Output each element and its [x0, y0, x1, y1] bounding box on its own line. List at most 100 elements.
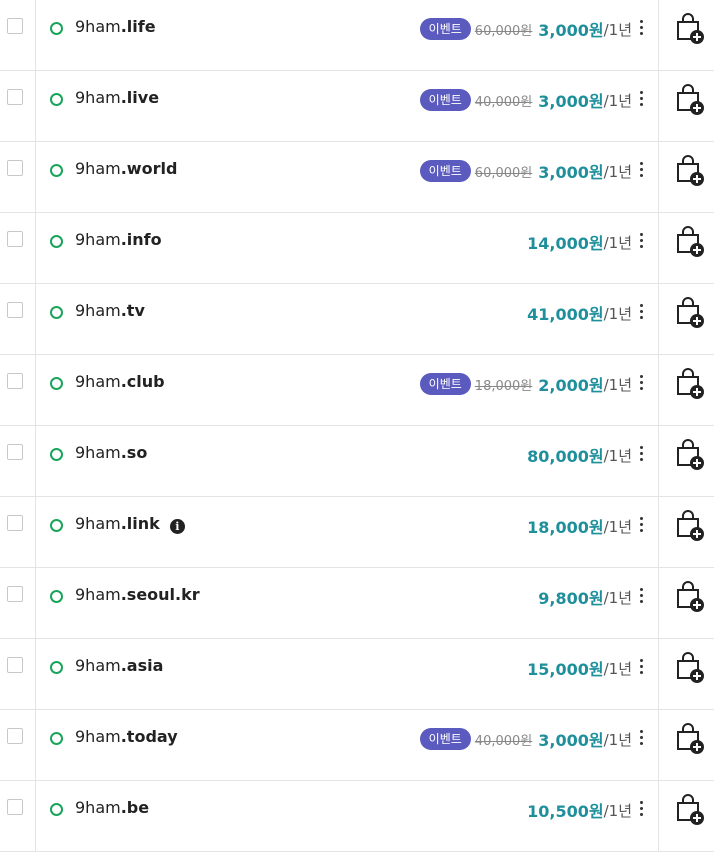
domain-base: 9ham: [75, 230, 121, 249]
domain-base: 9ham: [75, 88, 121, 107]
cart-add-icon[interactable]: [673, 367, 707, 401]
price-area: 9,800원 /1년: [538, 584, 632, 610]
divider: [35, 426, 36, 496]
price-period: /1년: [603, 801, 632, 820]
select-checkbox[interactable]: [7, 160, 23, 176]
more-vertical-icon[interactable]: [640, 588, 644, 604]
more-vertical-icon[interactable]: [640, 730, 644, 746]
divider: [35, 0, 36, 70]
cart-add-icon[interactable]: [673, 154, 707, 188]
cart-add-icon[interactable]: [673, 509, 707, 543]
domain-tld: .info: [120, 230, 162, 249]
domain-name[interactable]: 9ham.asia: [75, 656, 163, 675]
domain-tld: .world: [120, 159, 178, 178]
domain-name[interactable]: 9ham.life: [75, 17, 156, 36]
domain-name[interactable]: 9ham.world: [75, 159, 177, 178]
divider: [658, 71, 659, 141]
domain-name[interactable]: 9ham.link: [75, 514, 160, 533]
domain-name[interactable]: 9ham.tv: [75, 301, 145, 320]
cart-add-icon[interactable]: [673, 296, 707, 330]
more-vertical-icon[interactable]: [640, 91, 644, 107]
domain-row: 9ham.info 14,000원 /1년: [0, 213, 714, 284]
divider: [658, 213, 659, 283]
cart-add-icon[interactable]: [673, 722, 707, 756]
cart-add-icon[interactable]: [673, 83, 707, 117]
domain-tld: .life: [120, 17, 156, 36]
divider: [658, 0, 659, 70]
divider: [658, 142, 659, 212]
cart-add-icon[interactable]: [673, 12, 707, 46]
available-status-icon: [50, 22, 63, 35]
cart-add-icon[interactable]: [673, 580, 707, 614]
info-icon[interactable]: i: [169, 519, 185, 534]
select-checkbox[interactable]: [7, 799, 23, 815]
domain-row: 9ham.be 10,500원 /1년: [0, 781, 714, 852]
domain-name[interactable]: 9ham.seoul.kr: [75, 585, 200, 604]
domain-name[interactable]: 9ham.live: [75, 88, 159, 107]
select-checkbox[interactable]: [7, 444, 23, 460]
domain-base: 9ham: [75, 585, 121, 604]
domain-tld: .be: [120, 798, 150, 817]
domain-row: 9ham.life 이벤트 60,000원 3,000원 /1년: [0, 0, 714, 71]
domain-row: 9ham.club 이벤트 18,000원 2,000원 /1년: [0, 355, 714, 426]
domain-name[interactable]: 9ham.so: [75, 443, 147, 462]
available-status-icon: [50, 519, 63, 532]
domain-base: 9ham: [75, 301, 121, 320]
more-vertical-icon[interactable]: [640, 304, 644, 320]
more-vertical-icon[interactable]: [640, 659, 644, 675]
divider: [658, 568, 659, 638]
divider: [35, 710, 36, 780]
divider: [658, 426, 659, 496]
more-vertical-icon[interactable]: [640, 162, 644, 178]
select-checkbox[interactable]: [7, 18, 23, 34]
price-period: /1년: [603, 375, 632, 394]
select-checkbox[interactable]: [7, 728, 23, 744]
cart-add-icon[interactable]: [673, 225, 707, 259]
price-area: 14,000원 /1년: [527, 229, 632, 255]
select-checkbox[interactable]: [7, 231, 23, 247]
domain-name[interactable]: 9ham.today: [75, 727, 178, 746]
divider: [35, 781, 36, 851]
domain-name[interactable]: 9ham.be: [75, 798, 149, 817]
price-period: /1년: [603, 304, 632, 323]
more-vertical-icon[interactable]: [640, 517, 644, 533]
select-checkbox[interactable]: [7, 515, 23, 531]
price: 3,000원: [538, 92, 604, 111]
select-checkbox[interactable]: [7, 373, 23, 389]
domain-row: 9ham.live 이벤트 40,000원 3,000원 /1년: [0, 71, 714, 142]
domain-base: 9ham: [75, 159, 121, 178]
divider: [658, 710, 659, 780]
more-vertical-icon[interactable]: [640, 375, 644, 391]
available-status-icon: [50, 93, 63, 106]
price-period: /1년: [603, 91, 632, 110]
price-area: 이벤트 40,000원 3,000원 /1년: [419, 87, 632, 113]
select-checkbox[interactable]: [7, 586, 23, 602]
price-period: /1년: [603, 517, 632, 536]
cart-add-icon[interactable]: [673, 793, 707, 827]
cart-add-icon[interactable]: [673, 651, 707, 685]
price: 14,000원: [527, 234, 604, 253]
more-vertical-icon[interactable]: [640, 20, 644, 36]
domain-tld: .club: [120, 372, 165, 391]
more-vertical-icon[interactable]: [640, 446, 644, 462]
cart-add-icon[interactable]: [673, 438, 707, 472]
select-checkbox[interactable]: [7, 302, 23, 318]
domain-tld: .so: [120, 443, 148, 462]
more-vertical-icon[interactable]: [640, 233, 644, 249]
domain-tld: .asia: [120, 656, 164, 675]
domain-tld: .seoul.kr: [120, 585, 200, 604]
domain-name[interactable]: 9ham.info: [75, 230, 162, 249]
domain-row: 9ham.asia 15,000원 /1년: [0, 639, 714, 710]
select-checkbox[interactable]: [7, 657, 23, 673]
more-vertical-icon[interactable]: [640, 801, 644, 817]
price-period: /1년: [603, 730, 632, 749]
event-badge: 이벤트: [419, 160, 471, 182]
domain-name[interactable]: 9ham.club: [75, 372, 165, 391]
price-period: /1년: [603, 446, 632, 465]
price: 2,000원: [538, 376, 604, 395]
domain-tld: .link: [120, 514, 160, 533]
available-status-icon: [50, 377, 63, 390]
select-checkbox[interactable]: [7, 89, 23, 105]
domain-row: 9ham.world 이벤트 60,000원 3,000원 /1년: [0, 142, 714, 213]
divider: [658, 284, 659, 354]
